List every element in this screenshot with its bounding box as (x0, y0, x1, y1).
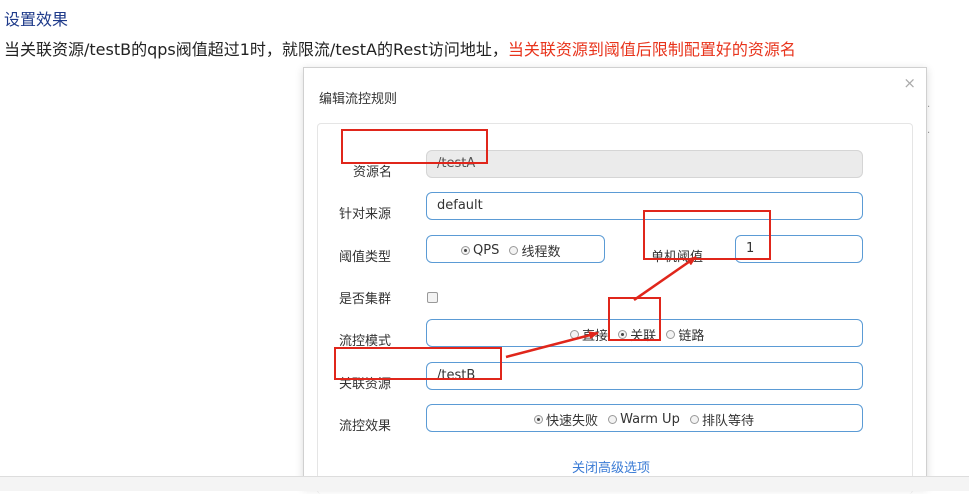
arrow-ref-to-associated (505, 331, 599, 359)
arrow-associated-to-threshold (633, 255, 697, 302)
annotation-arrows (505, 255, 697, 359)
